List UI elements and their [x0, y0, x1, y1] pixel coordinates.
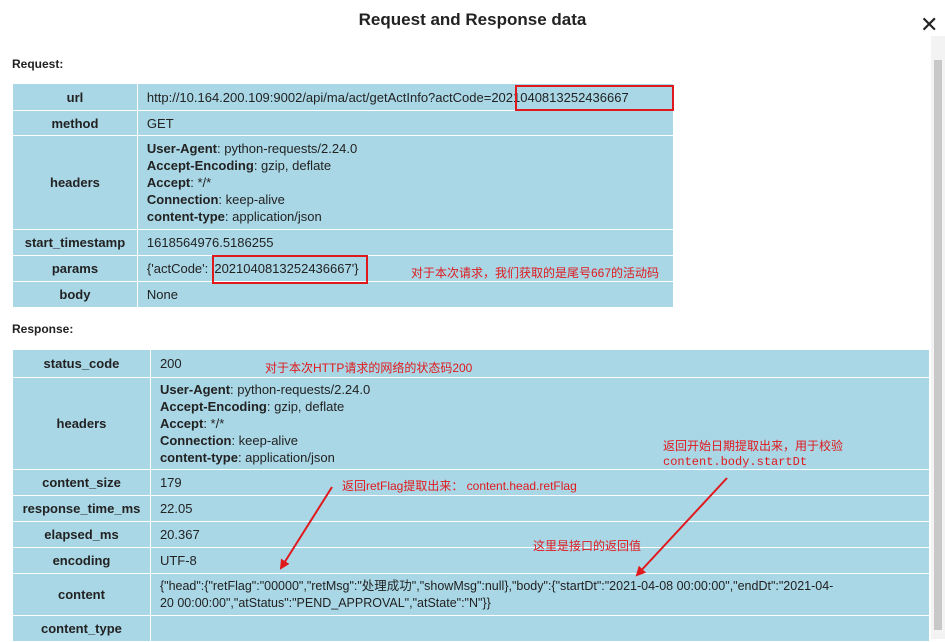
response-row-content-type: content_type	[12, 615, 931, 642]
request-key-method: method	[12, 110, 138, 136]
response-row-response-time: response_time_ms 22.05	[12, 495, 931, 522]
request-row-method: method GET	[12, 110, 675, 136]
startdt-annotation-line1: 返回开始日期提取出来，用于校验	[663, 439, 844, 453]
scrollbar-thumb[interactable]	[934, 60, 942, 630]
params-annotation: 对于本次请求，我们获取的是尾号667的活动码	[411, 266, 660, 280]
content-line-2: 20 00:00:00","atStatus":"PEND_APPROVAL",…	[159, 595, 491, 610]
dialog-title: Request and Response data	[358, 10, 587, 29]
request-key-params: params	[12, 255, 138, 282]
url-actcode-highlight	[515, 85, 674, 111]
request-key-url: url	[12, 83, 138, 111]
response-row-content: content {"head":{"retFlag":"00000","retM…	[12, 573, 931, 616]
request-value-headers: User-Agent: python-requests/2.24.0 Accep…	[136, 135, 675, 230]
header-line: User-Agent: python-requests/2.24.0	[146, 141, 358, 156]
request-section-label: Request:	[12, 57, 64, 71]
response-key-response-time: response_time_ms	[12, 495, 151, 522]
request-value-start-timestamp: 1618564976.5186255	[136, 229, 675, 256]
header-line: content-type: application/json	[146, 209, 322, 224]
response-value-content: {"head":{"retFlag":"00000","retMsg":"处理成…	[149, 573, 931, 616]
response-section-label: Response:	[12, 322, 74, 336]
response-value-content-type	[149, 615, 931, 642]
header-line: User-Agent: python-requests/2.24.0	[159, 382, 371, 397]
response-key-elapsed: elapsed_ms	[12, 521, 151, 548]
startdt-annotation-line2: content.body.startDt	[663, 455, 808, 469]
request-value-body: None	[136, 281, 675, 308]
request-value-method: GET	[136, 110, 675, 136]
status-annotation: 对于本次HTTP请求的网络的状态码200	[265, 361, 473, 375]
response-row-encoding: encoding UTF-8	[12, 547, 931, 574]
content-line-1: {"head":{"retFlag":"00000","retMsg":"处理成…	[159, 578, 834, 593]
header-line: Accept-Encoding: gzip, deflate	[146, 158, 332, 173]
request-key-headers: headers	[12, 135, 138, 230]
params-actcode-highlight	[212, 255, 368, 284]
header-line: Connection: keep-alive	[146, 192, 285, 207]
request-row-start-timestamp: start_timestamp 1618564976.5186255	[12, 229, 675, 256]
header-line: Accept: */*	[146, 175, 212, 190]
response-key-headers: headers	[12, 377, 151, 470]
response-key-status-code: status_code	[12, 349, 151, 378]
response-row-elapsed: elapsed_ms 20.367	[12, 521, 931, 548]
response-table: status_code 200 headers User-Agent: pyth…	[12, 349, 931, 642]
response-key-content: content	[12, 573, 151, 616]
response-value-response-time: 22.05	[149, 495, 931, 522]
header-line: Accept: */*	[159, 416, 225, 431]
retflag-annotation: 返回retFlag提取出来： content.head.retFlag	[342, 479, 577, 493]
request-key-body: body	[12, 281, 138, 308]
content-annotation: 这里是接口的返回值	[533, 539, 642, 553]
response-value-headers: User-Agent: python-requests/2.24.0 Accep…	[149, 377, 931, 470]
header-line: Accept-Encoding: gzip, deflate	[159, 399, 345, 414]
request-row-body: body None	[12, 281, 675, 308]
response-key-content-type: content_type	[12, 615, 151, 642]
response-key-encoding: encoding	[12, 547, 151, 574]
response-key-content-size: content_size	[12, 469, 151, 496]
close-icon[interactable]: ✕	[920, 14, 938, 36]
url-prefix: http://10.164.200.109:9002/api/ma/act/ge…	[146, 89, 492, 105]
request-row-headers: headers User-Agent: python-requests/2.24…	[12, 135, 675, 230]
request-key-start-timestamp: start_timestamp	[12, 229, 138, 256]
